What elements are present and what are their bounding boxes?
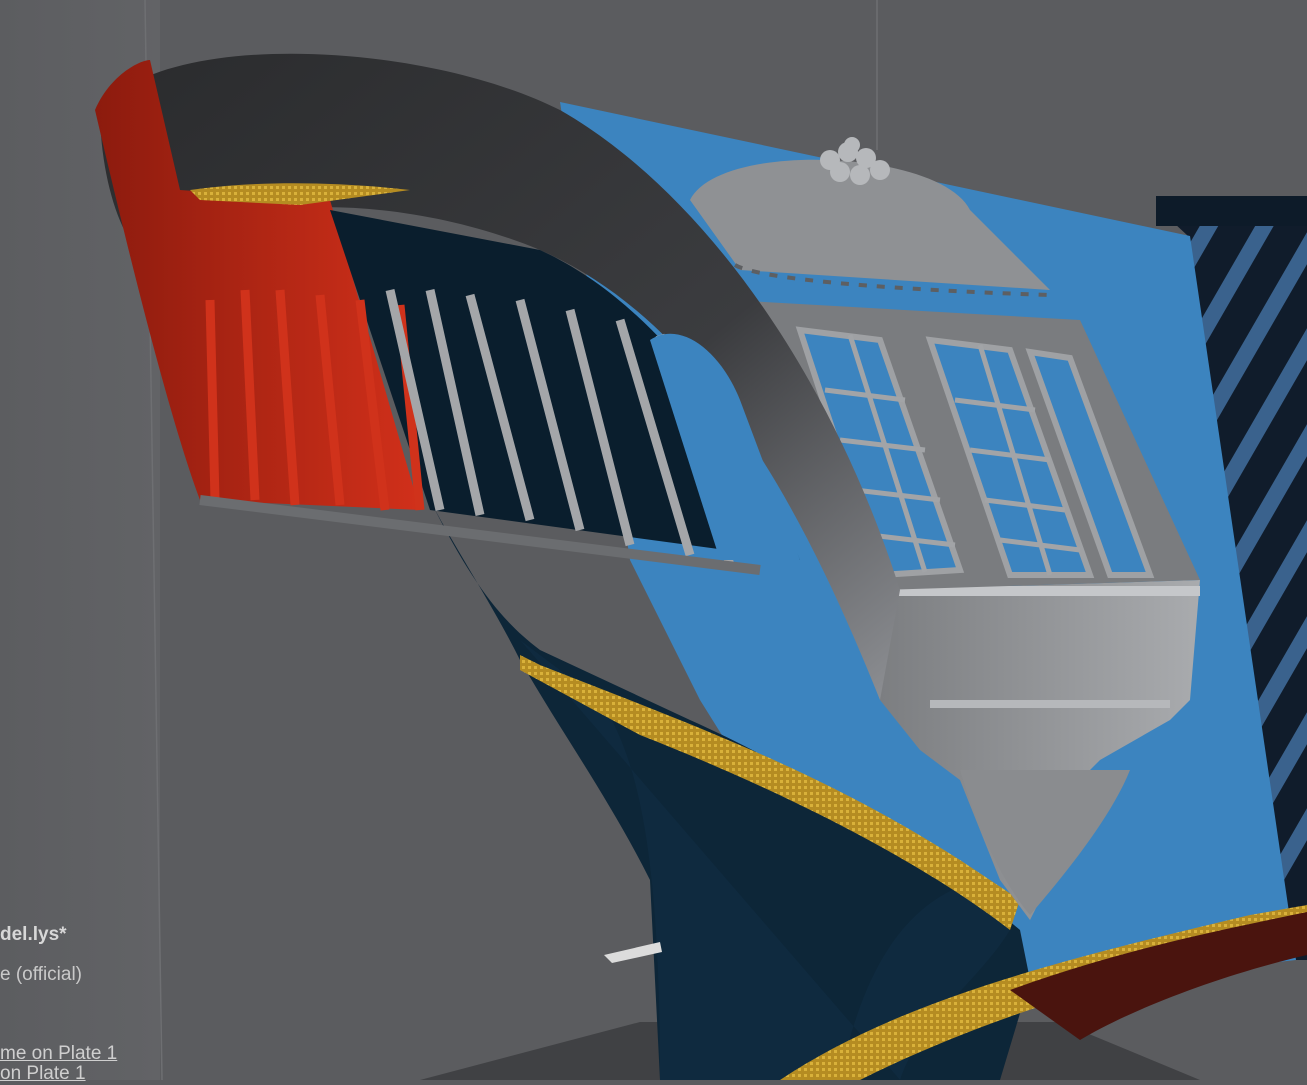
gallery-band	[930, 700, 1170, 708]
side-object-top	[1156, 196, 1307, 226]
plate-object-link[interactable]: on Plate 1	[0, 1063, 86, 1085]
profile-label: e (official)	[0, 964, 83, 985]
3d-viewport[interactable]	[0, 0, 1307, 1080]
plate-object-link[interactable]: me on Plate 1	[0, 1043, 117, 1065]
file-name-label: del.lys*	[0, 924, 67, 945]
